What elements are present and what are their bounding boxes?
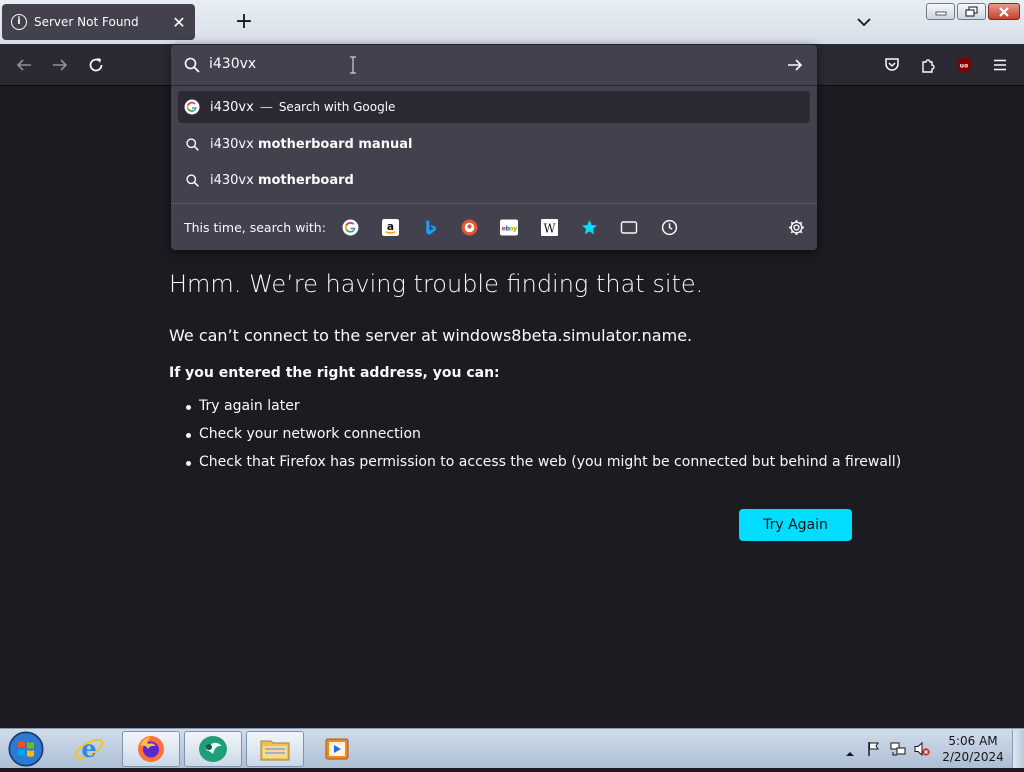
extensions-button[interactable] — [916, 53, 940, 77]
clock-time: 5:06 AM — [948, 734, 998, 748]
pocket-icon — [885, 58, 899, 71]
reload-icon — [89, 58, 103, 72]
taskbar-internet-explorer[interactable]: e — [60, 731, 118, 767]
result-search-with-google[interactable]: i430vx — Search with Google — [178, 91, 810, 123]
taskbar-app[interactable] — [184, 731, 242, 767]
chevron-down-icon — [857, 18, 871, 27]
error-intro: If you entered the right address, you ca… — [169, 365, 500, 381]
show-hidden-icons-button[interactable] — [845, 743, 855, 762]
result-separator: — — [259, 99, 273, 115]
search-icon — [184, 172, 200, 188]
ebay-icon[interactable]: ebay — [498, 216, 520, 238]
bing-icon[interactable] — [419, 216, 441, 238]
divider — [171, 85, 817, 86]
clock-date: 2/20/2024 — [942, 750, 1004, 764]
close-window-button[interactable] — [988, 3, 1020, 20]
go-arrow-icon[interactable] — [785, 55, 805, 75]
list-item: Check that Firefox has permission to acc… — [185, 454, 901, 482]
info-icon: i — [11, 14, 27, 30]
history-icon[interactable] — [658, 216, 680, 238]
result-suggestion-text: motherboard — [257, 172, 354, 188]
svg-text:uo: uo — [960, 63, 968, 70]
minimize-icon — [935, 11, 946, 15]
result-query: i430vx — [210, 172, 254, 188]
arrow-left-icon — [16, 59, 31, 71]
error-description: We can’t connect to the server at window… — [169, 326, 693, 345]
close-tab-icon[interactable]: ✕ — [169, 12, 189, 32]
bookmarks-icon[interactable] — [578, 216, 600, 238]
media-player-icon — [325, 738, 349, 760]
suggestion-list: Try again later Check your network conne… — [185, 398, 901, 482]
result-suggestion[interactable]: i430vx motherboard manual — [178, 128, 810, 160]
svg-text:W: W — [543, 221, 555, 235]
close-icon — [999, 6, 1009, 17]
tab-server-not-found[interactable]: i Server Not Found ✕ — [2, 4, 195, 40]
pocket-button[interactable] — [880, 53, 904, 77]
back-button[interactable] — [12, 53, 36, 77]
result-suggestion[interactable]: i430vx motherboard — [178, 164, 810, 196]
arrow-right-icon — [53, 59, 68, 71]
result-query: i430vx — [210, 99, 254, 115]
tabs-icon[interactable] — [618, 216, 640, 238]
wikipedia-icon[interactable]: W — [538, 216, 560, 238]
svg-text:e: e — [81, 734, 96, 763]
list-all-tabs-button[interactable] — [854, 12, 874, 32]
reload-button[interactable] — [84, 53, 108, 77]
show-desktop-button[interactable] — [1012, 730, 1024, 768]
volume-muted-icon[interactable] — [913, 740, 931, 758]
internet-explorer-icon: e — [74, 734, 104, 763]
puzzle-icon — [922, 59, 935, 73]
app-menu-button[interactable] — [988, 53, 1012, 77]
list-item: Check your network connection — [185, 426, 901, 454]
taskbar-media-player[interactable] — [308, 731, 366, 767]
network-icon[interactable] — [889, 740, 907, 758]
try-again-button[interactable]: Try Again — [739, 509, 852, 541]
divider — [171, 203, 817, 204]
system-clock[interactable]: 5:06 AM 2/20/2024 — [940, 733, 1006, 765]
svg-text:a: a — [386, 220, 393, 233]
urlbar-value[interactable]: i430vx — [209, 56, 256, 72]
error-title: Hmm. We’re having trouble finding that s… — [169, 270, 704, 298]
windows-taskbar: e 5:06 AM 2/20/2024 — [0, 728, 1024, 768]
firefox-icon — [138, 736, 164, 762]
restore-icon — [964, 5, 978, 17]
hamburger-menu-icon — [994, 59, 1006, 71]
tab-title: Server Not Found — [34, 15, 139, 29]
urlbar-popup: i430vx i430vx — Search with Google i430v… — [171, 45, 817, 250]
app-icon — [199, 736, 227, 762]
minimize-button[interactable] — [926, 3, 955, 20]
search-icon — [184, 57, 200, 73]
result-suggestion-text: motherboard manual — [257, 136, 413, 152]
google-icon — [184, 99, 200, 115]
start-button[interactable] — [6, 730, 46, 768]
result-action: Search with Google — [278, 100, 396, 114]
windows-logo-icon — [8, 731, 44, 767]
taskbar-firefox[interactable] — [122, 731, 180, 767]
restore-button[interactable] — [957, 3, 986, 20]
taskbar-file-explorer[interactable] — [246, 731, 304, 767]
chevron-up-icon — [846, 752, 854, 756]
google-icon[interactable] — [339, 216, 361, 238]
tab-strip: i Server Not Found ✕ + — [0, 0, 1024, 44]
forward-button[interactable] — [48, 53, 72, 77]
result-query: i430vx — [210, 136, 254, 152]
urlbar-input[interactable]: i430vx — [171, 45, 817, 85]
action-center-icon[interactable] — [865, 740, 883, 758]
search-icon — [184, 136, 200, 152]
search-settings-button[interactable] — [785, 216, 807, 238]
list-item: Try again later — [185, 398, 901, 426]
ublock-shield-icon: uo — [957, 57, 971, 73]
file-explorer-icon — [260, 740, 290, 761]
ublock-origin-button[interactable]: uo — [952, 53, 976, 77]
text-cursor-icon — [350, 56, 356, 74]
gear-icon — [788, 219, 804, 235]
new-tab-button[interactable]: + — [233, 9, 255, 34]
one-off-search-label: This time, search with: — [184, 220, 326, 235]
amazon-icon[interactable]: a — [379, 216, 401, 238]
duckduckgo-icon[interactable] — [458, 216, 480, 238]
